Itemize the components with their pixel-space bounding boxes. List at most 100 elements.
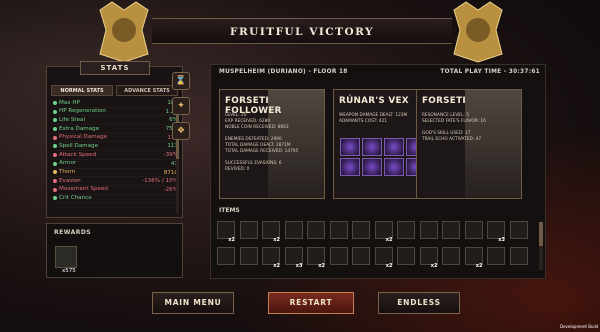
stat-label: Movement Speed (59, 186, 108, 193)
item-slot[interactable] (239, 247, 258, 265)
item-slot[interactable] (509, 221, 528, 239)
stat-icon (53, 187, 57, 192)
left-statue-ornament (99, 1, 149, 63)
items-title: ITEMS (219, 207, 240, 214)
item-slot[interactable]: x2 (262, 247, 280, 269)
stat-name: Thorn (53, 169, 75, 177)
item-slot[interactable]: x2 (217, 221, 235, 243)
stat-label: Thorn (59, 169, 76, 175)
item-slot[interactable] (217, 247, 235, 265)
stat-label: Crit Chance (59, 195, 92, 202)
item-slot[interactable] (464, 221, 483, 239)
stat-name: Physical Damage (53, 134, 107, 142)
item-count: x2 (273, 237, 280, 243)
item-slot[interactable]: x2 (464, 247, 483, 269)
stat-name: Extra Damage (53, 125, 99, 133)
item-count: x2 (228, 237, 235, 243)
boon-icon[interactable] (340, 158, 360, 176)
stat-icon (53, 100, 57, 105)
item-slot[interactable]: x2 (262, 221, 280, 243)
stat-name: Max HP (53, 99, 80, 107)
stat-row: Crit Chance (53, 195, 178, 204)
stats-title: STATS (80, 61, 150, 75)
hourglass-icon[interactable]: ⌛ (172, 72, 190, 90)
item-slot[interactable] (239, 221, 258, 239)
card-line: SELECTED FATE'S FLAVOR: 16 (422, 119, 486, 124)
item-slot[interactable]: x2 (374, 247, 393, 269)
emblem-icon[interactable]: ✦ (172, 97, 190, 115)
card-line: TOTAL DAMAGE RECEIVED: 14795 (225, 149, 299, 154)
item-slot[interactable] (442, 221, 460, 239)
boon-icon[interactable] (384, 158, 404, 176)
endless-button[interactable]: ENDLESS (378, 292, 460, 314)
stat-label: Max HP (59, 99, 80, 106)
restart-button[interactable]: RESTART (268, 292, 354, 314)
item-slot[interactable] (352, 247, 370, 265)
card-line: NOBLE COIN RECEIVED: 8663 (225, 125, 289, 130)
stat-icon (53, 135, 57, 140)
item-slot[interactable]: x2 (419, 247, 438, 269)
item-slot[interactable] (487, 247, 505, 265)
stat-name: Attack Speed (53, 151, 96, 159)
right-statue-ornament (453, 1, 503, 63)
stat-icon (53, 161, 57, 166)
stat-icon (53, 179, 57, 184)
tab-normal-stats[interactable]: NORMAL STATS (51, 85, 113, 96)
god-card: FORSETI RESONANCE LEVEL: 5 SELECTED FATE'… (416, 89, 522, 199)
boon-icon[interactable] (384, 138, 404, 156)
weapon-boon-grid (340, 138, 426, 176)
run-area-label: MUSPELHEIM (DURIANO) - FLOOR 18 (219, 69, 348, 75)
item-count: x2 (273, 263, 280, 269)
item-slot[interactable] (284, 221, 303, 239)
item-slot[interactable]: x2 (307, 247, 325, 269)
item-slot[interactable] (329, 247, 348, 265)
items-scrollbar[interactable] (539, 222, 543, 270)
main-menu-button[interactable]: MAIN MENU (152, 292, 234, 314)
stat-icon (53, 196, 57, 201)
crest-icon[interactable]: ❖ (172, 122, 190, 140)
stat-icon (53, 152, 57, 157)
boon-icon[interactable] (362, 158, 382, 176)
stat-name: Armor (53, 160, 76, 168)
item-slot[interactable] (442, 247, 460, 265)
card-stats: LEVEL: 20 EXP RECEIVED: 6280 NOBLE COIN RE… (225, 113, 298, 173)
card-stats: RESONANCE LEVEL: 5 SELECTED FATE'S FLAVOR… (422, 113, 486, 143)
stat-label: Spell Damage (59, 142, 99, 149)
item-slot[interactable]: x2 (374, 221, 393, 243)
stat-name: Evasion (53, 177, 81, 185)
card-line: TRAIL ECHO ACTIVATED: 47 (422, 137, 482, 142)
item-slot[interactable]: x3 (284, 247, 303, 269)
item-slot[interactable] (397, 247, 415, 265)
item-slot[interactable] (307, 221, 325, 239)
rewards-title: REWARDS (54, 229, 92, 236)
item-slot[interactable] (329, 221, 348, 239)
stat-icon (53, 170, 57, 175)
card-title: RÚNAR'S VEX (339, 96, 409, 106)
card-line: ADAMANTS COST: 421 (339, 119, 387, 124)
card-title: FORSETI (422, 96, 466, 106)
reward-item-slot[interactable] (55, 246, 77, 268)
god-portrait (465, 90, 521, 198)
stat-name: HP Regeneration (53, 108, 106, 116)
play-time-label: TOTAL PLAY TIME - 30:37:61 (440, 69, 540, 75)
stats-panel: STATS NORMAL STATS ADVANCE STATS Max HP1… (46, 61, 183, 218)
boon-icon[interactable] (362, 138, 382, 156)
stat-icon (53, 118, 57, 123)
build-tag: Development Build (560, 324, 599, 329)
stat-name: Life Steal (53, 116, 85, 124)
stat-name: Spell Damage (53, 142, 98, 150)
item-count: x2 (385, 237, 393, 243)
item-slot[interactable]: x3 (487, 221, 505, 243)
item-slot[interactable] (509, 247, 528, 265)
tab-advance-stats[interactable]: ADVANCE STATS (116, 85, 178, 96)
stat-label: Armor (59, 160, 77, 167)
item-slot[interactable] (419, 221, 438, 239)
items-scroll-thumb[interactable] (539, 222, 543, 246)
item-slot[interactable] (397, 221, 415, 239)
stat-label: HP Regeneration (59, 108, 106, 115)
boon-icon[interactable] (340, 138, 360, 156)
stat-name: Movement Speed (53, 186, 108, 194)
side-icon-column: ⌛ ✦ ❖ (172, 72, 194, 147)
item-slot[interactable] (352, 221, 370, 239)
stat-icon (53, 126, 57, 131)
